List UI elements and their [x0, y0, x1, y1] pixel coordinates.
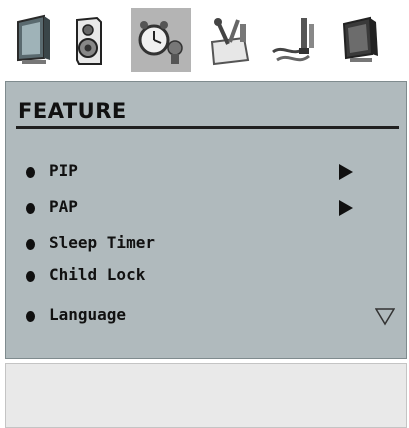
source-icon[interactable]: [263, 8, 323, 72]
bullet-icon: [26, 311, 35, 322]
menu-item-label: PAP: [49, 197, 78, 216]
picture-icon[interactable]: [4, 8, 64, 72]
menu-title: FEATURE: [18, 99, 127, 123]
sound-icon[interactable]: [61, 8, 121, 72]
bullet-icon: [26, 271, 35, 282]
feature-icon[interactable]: [131, 8, 191, 72]
menu-item-label: Child Lock: [49, 265, 146, 284]
down-arrow-icon[interactable]: [375, 308, 395, 326]
setup-icon[interactable]: [330, 8, 390, 72]
bullet-icon: [26, 167, 35, 178]
bullet-icon: [26, 239, 35, 250]
menu-icon-bar: [0, 0, 409, 82]
feature-menu-panel: FEATURE PIP PAP Sleep Timer Child Lock L…: [5, 81, 407, 359]
submenu-arrow-icon: [339, 200, 353, 216]
menu-item-label: Sleep Timer: [49, 233, 155, 252]
submenu-arrow-icon: [339, 164, 353, 180]
info-panel: [5, 363, 407, 428]
menu-item-pip[interactable]: PIP: [20, 160, 390, 186]
bullet-icon: [26, 203, 35, 214]
menu-item-label: Language: [49, 305, 127, 324]
menu-item-language[interactable]: Language: [20, 304, 395, 330]
menu-item-sleep-timer[interactable]: Sleep Timer: [20, 232, 390, 258]
menu-item-pap[interactable]: PAP: [20, 196, 390, 222]
menu-item-label: PIP: [49, 161, 78, 180]
menu-item-child-lock[interactable]: Child Lock: [20, 264, 390, 290]
install-icon[interactable]: [200, 8, 260, 72]
title-divider: [16, 126, 399, 129]
